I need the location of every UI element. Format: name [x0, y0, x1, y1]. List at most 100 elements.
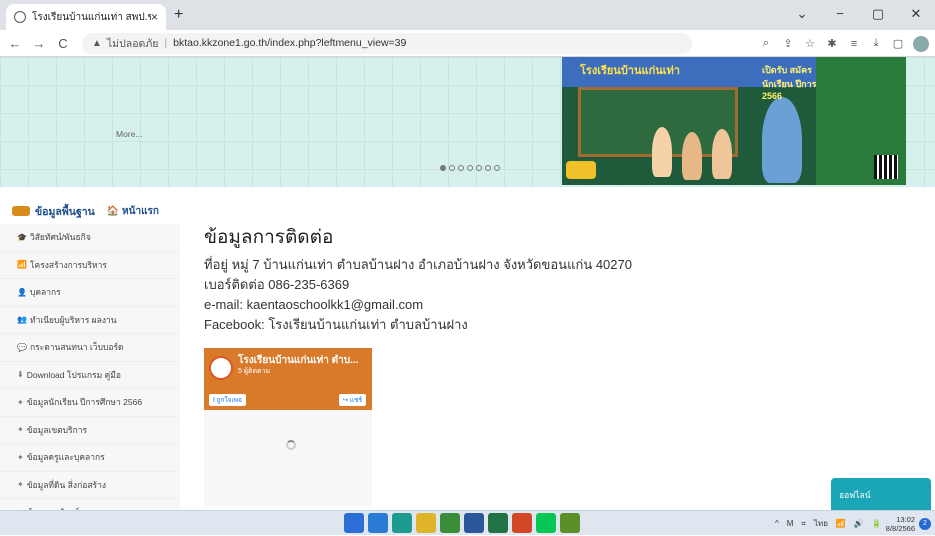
admission-poster[interactable]: โรงเรียนบ้านแก่นเท่า เปิดรับ สมัครนักเรี…	[562, 57, 906, 185]
reading-list-icon[interactable]: ≡	[843, 38, 865, 50]
sidebar-item[interactable]: ✦ ข้อมูลครูและบุคลากร	[0, 444, 180, 472]
sidebar-title: ข้อมูลพื้นฐาน	[35, 205, 95, 218]
start-app-icon[interactable]	[344, 513, 364, 533]
taskbar-apps	[344, 513, 580, 533]
sidebar-item-label[interactable]: วิสัยทัศน์/พันธกิจ	[30, 230, 91, 244]
clock-date[interactable]: 8/8/2566	[886, 524, 915, 533]
more-link[interactable]: More...	[116, 129, 142, 139]
excel-app-icon[interactable]	[488, 513, 508, 533]
line-app-icon[interactable]	[536, 513, 556, 533]
poster-headline: โรงเรียนบ้านแก่นเท่า	[580, 65, 680, 77]
poster-child-figure	[682, 132, 702, 180]
slide-dot[interactable]	[485, 165, 491, 171]
chat-widget[interactable]: ออฟไลน์	[831, 478, 931, 510]
sidebar-menu: ข้อมูลพื้นฐาน 🏠 หน้าแรก 🎓 วิสัยทัศน์/พันธ…	[0, 198, 180, 527]
sidebar-item-icon: ✦	[17, 480, 24, 490]
notes-app-icon[interactable]	[560, 513, 580, 533]
poster-child-figure	[712, 129, 732, 179]
clock-time[interactable]: 13:02	[886, 515, 915, 524]
download-icon[interactable]: ⤓	[865, 37, 887, 50]
minimize-button[interactable]: −	[821, 0, 859, 30]
url-separator: |	[164, 37, 168, 49]
sidebar-item-label[interactable]: บุคลากร	[30, 285, 61, 299]
sidebar-item[interactable]: ✦ ข้อมูลที่ดิน สิ่งก่อสร้าง	[0, 471, 180, 499]
back-button[interactable]: ←	[6, 36, 24, 51]
slide-dot[interactable]	[476, 165, 482, 171]
wifi-icon[interactable]: 📶	[836, 519, 846, 528]
volume-icon[interactable]: 🔊	[854, 519, 864, 528]
sidebar-item-label[interactable]: ข้อมูลที่ดิน สิ่งก่อสร้าง	[27, 478, 106, 492]
page-title: ข้อมูลการติดต่อ	[204, 227, 334, 248]
extension-icon[interactable]: ✱	[821, 37, 843, 50]
word-app-icon[interactable]	[464, 513, 484, 533]
sidebar-item[interactable]: ⬇ Download โปรแกรม คู่มือ	[0, 361, 180, 389]
profile-icon[interactable]	[913, 35, 929, 52]
sidebar-item-label[interactable]: Download โปรแกรม คู่มือ	[27, 368, 121, 382]
sidebar-header: ข้อมูลพื้นฐาน 🏠 หน้าแรก	[0, 198, 180, 224]
slide-dot[interactable]	[440, 165, 446, 171]
poster-cartoon-kids	[762, 97, 802, 183]
sidebar-item-icon: 💬	[17, 342, 27, 352]
browser-tab[interactable]: โรงเรียนบ้านแก่นเท่า สพป.ขก.1 ×	[6, 4, 166, 30]
sidebar-item-label[interactable]: ทำเนียบผู้บริหาร ผลงาน	[30, 313, 117, 327]
search-app-icon[interactable]	[368, 513, 388, 533]
meet-icon[interactable]: M	[787, 519, 794, 528]
tab-search-button[interactable]: ⌄	[783, 0, 821, 30]
fb-share-label[interactable]: แชร์	[350, 397, 362, 404]
fb-share-button[interactable]: ↪ แชร์	[338, 394, 366, 406]
sidebar-item[interactable]: 👥 ทำเนียบผู้บริหาร ผลงาน	[0, 306, 180, 334]
slide-dot[interactable]	[494, 165, 500, 171]
edge-app-icon[interactable]	[392, 513, 412, 533]
sidebar-item-label[interactable]: ข้อมูลครูและบุคลากร	[27, 450, 105, 464]
app-app-icon[interactable]	[512, 513, 532, 533]
school-bus-icon	[566, 161, 596, 179]
facebook-page-card[interactable]: โรงเรียนบ้านแก่นเท่า ตำบ... 5 ผู้ติดตาม …	[204, 348, 372, 410]
slide-dot[interactable]	[449, 165, 455, 171]
home-link[interactable]: 🏠 หน้าแรก	[107, 204, 159, 219]
new-tab-button[interactable]: +	[174, 6, 183, 24]
window-controls: ⌄ − ▢ ✕	[783, 0, 935, 30]
url-text[interactable]: bktao.kkzone1.go.th/index.php?leftmenu_v…	[173, 37, 406, 49]
sidebar-item[interactable]: 💬 กระดานสนทนา เว็บบอร์ด	[0, 334, 180, 362]
battery-icon[interactable]: 🔋	[872, 519, 882, 528]
chrome-app-icon[interactable]	[440, 513, 460, 533]
search-icon[interactable]: ⌕	[755, 37, 777, 50]
home-link-label[interactable]: หน้าแรก	[122, 206, 159, 217]
slide-dot[interactable]	[458, 165, 464, 171]
sidebar-item[interactable]: ✦ ข้อมูลเขตบริการ	[0, 416, 180, 444]
sidebar-item-label[interactable]: ข้อมูลนักเรียน ปีการศึกษา 2566	[27, 395, 142, 409]
explorer-app-icon[interactable]	[416, 513, 436, 533]
fb-like-label[interactable]: ถูกใจเพจ	[217, 397, 242, 404]
maximize-button[interactable]: ▢	[859, 0, 897, 30]
warning-icon[interactable]: ▲	[92, 38, 102, 49]
sidebar-item-icon: 🎓	[17, 232, 27, 242]
school-logo-icon	[209, 356, 233, 380]
sidebar-item-label[interactable]: ข้อมูลเขตบริการ	[27, 423, 87, 437]
sidebar-item[interactable]: 👤 บุคลากร	[0, 279, 180, 307]
slide-dot[interactable]	[467, 165, 473, 171]
star-icon[interactable]: ☆	[799, 37, 821, 50]
security-status[interactable]: ไม่ปลอดภัย	[107, 35, 159, 52]
sidebar-item[interactable]: 📶 โครงสร้างการบริหาร	[0, 251, 180, 279]
tab-close-button[interactable]: ×	[151, 10, 158, 24]
sidebar-icon[interactable]: ▢	[887, 37, 909, 50]
keyboard-icon[interactable]: ⌗	[801, 519, 806, 529]
notification-badge[interactable]: 2	[919, 517, 931, 530]
language-indicator[interactable]: ไทย	[814, 517, 828, 530]
reload-button[interactable]: C	[54, 36, 72, 51]
fb-like-button[interactable]: f ถูกใจเพจ	[209, 394, 246, 406]
sidebar-item-icon: ✦	[17, 397, 24, 407]
sidebar-item[interactable]: 🎓 วิสัยทัศน์/พันธกิจ	[0, 224, 180, 252]
tray-overflow-icon[interactable]: ^	[775, 519, 779, 528]
sidebar-item-label[interactable]: กระดานสนทนา เว็บบอร์ด	[30, 340, 124, 354]
chat-status[interactable]: ออฟไลน์	[839, 490, 871, 500]
sidebar-item-label[interactable]: โครงสร้างการบริหาร	[30, 258, 107, 272]
sidebar-item[interactable]: ✦ ข้อมูลนักเรียน ปีการศึกษา 2566	[0, 389, 180, 417]
sidebar-item-icon: 📶	[17, 260, 27, 270]
share-icon[interactable]: ⇪	[777, 37, 799, 50]
forward-button[interactable]: →	[30, 36, 48, 51]
facebook-text: Facebook: โรงเรียนบ้านแก่นเท่า ตำบลบ้านฝ…	[204, 317, 468, 332]
close-window-button[interactable]: ✕	[897, 0, 935, 30]
url-bar[interactable]: ▲ ไม่ปลอดภัย | bktao.kkzone1.go.th/index…	[82, 32, 692, 54]
clock[interactable]: 13:02 8/8/2566	[886, 515, 915, 533]
